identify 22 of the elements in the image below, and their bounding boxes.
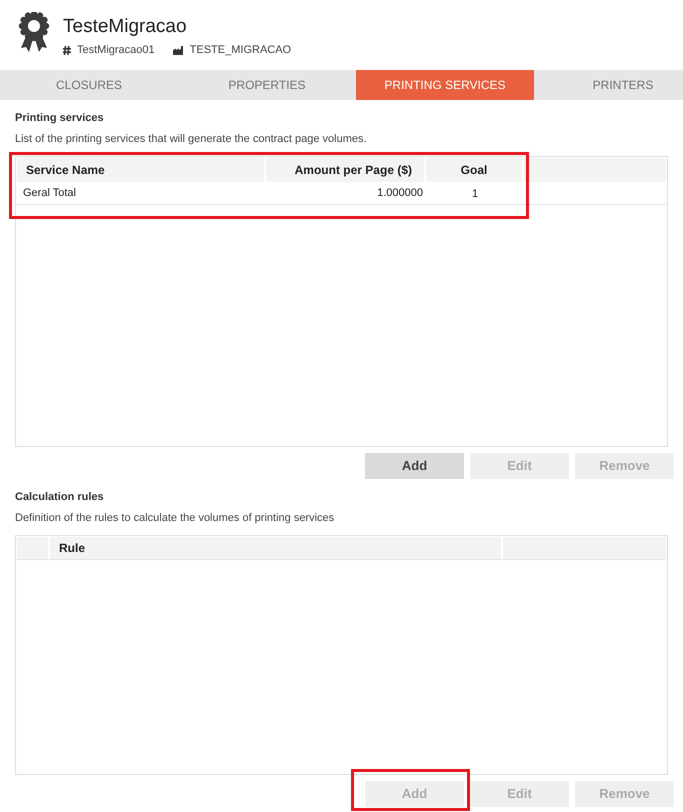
company-name: TESTE_MIGRACAO — [190, 43, 292, 58]
action-button[interactable]: Add — [365, 453, 464, 479]
table-cell-text: Geral Total — [22, 186, 77, 201]
rosette-icon — [18, 12, 50, 53]
column-header: Service Name — [17, 158, 266, 182]
column-header: Rule — [48, 537, 503, 559]
tab[interactable]: PRINTING SERVICES — [356, 70, 534, 100]
column-header: Amount per Page ($) — [266, 158, 426, 182]
tab[interactable]: CLOSURES — [0, 70, 178, 100]
section-description: List of the printing services that will generate the contract page volumes. — [15, 132, 368, 146]
section-description: Definition of the rules to calculate the volumes of printing services — [15, 511, 336, 525]
tab[interactable]: PRINTERS — [534, 70, 683, 100]
factory-icon — [172, 46, 184, 55]
section-title: Calculation rules — [15, 490, 105, 504]
table-cell-text: 1 — [470, 186, 480, 202]
tab[interactable]: PROPERTIES — [178, 70, 356, 100]
section-title: Printing services — [15, 111, 105, 125]
hash-icon — [63, 46, 71, 55]
contract-code: TestMigracao01 — [77, 43, 155, 58]
column-header: Goal — [426, 158, 524, 182]
table-cell-text: 1.000000 — [376, 186, 424, 201]
page-title: TesteMigracao — [63, 15, 188, 39]
